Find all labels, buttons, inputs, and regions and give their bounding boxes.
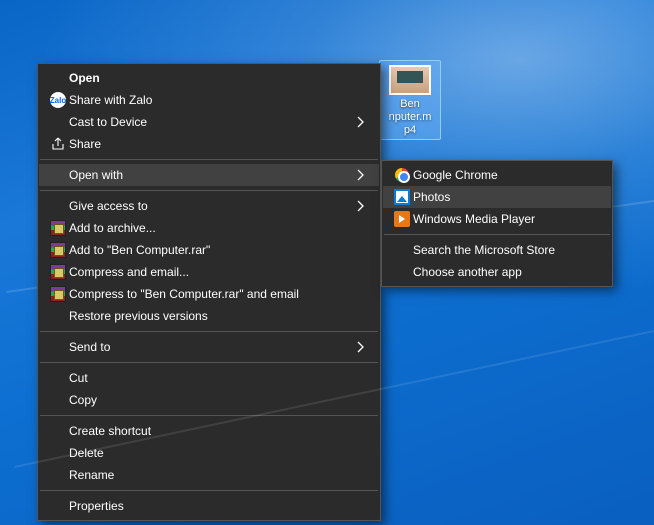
- menu-label: Open with: [69, 168, 353, 182]
- menu-item-delete[interactable]: Delete: [39, 442, 379, 464]
- menu-item-share-zalo[interactable]: Zalo Share with Zalo: [39, 89, 379, 111]
- menu-item-compress-email[interactable]: Compress and email...: [39, 261, 379, 283]
- menu-item-rename[interactable]: Rename: [39, 464, 379, 486]
- wmp-icon: [394, 211, 410, 227]
- menu-label: Properties: [69, 499, 353, 513]
- menu-label: Restore previous versions: [69, 309, 353, 323]
- submenu-label: Search the Microsoft Store: [413, 243, 585, 257]
- submenu-label: Choose another app: [413, 265, 585, 279]
- menu-label: Cast to Device: [69, 115, 353, 129]
- menu-item-open-with[interactable]: Open with: [39, 164, 379, 186]
- menu-item-share[interactable]: Share: [39, 133, 379, 155]
- menu-item-properties[interactable]: Properties: [39, 495, 379, 517]
- winrar-icon: [50, 264, 66, 280]
- desktop-background: Ben nputer.m p4 Open Zalo Share with Zal…: [0, 0, 654, 525]
- submenu-item-chrome[interactable]: Google Chrome: [383, 164, 611, 186]
- menu-separator: [40, 159, 378, 160]
- menu-label: Open: [69, 71, 353, 85]
- chrome-icon: [395, 168, 409, 182]
- winrar-icon: [50, 242, 66, 258]
- menu-item-compress-to-email[interactable]: Compress to "Ben Computer.rar" and email: [39, 283, 379, 305]
- menu-item-copy[interactable]: Copy: [39, 389, 379, 411]
- menu-label: Share: [69, 137, 353, 151]
- submenu-label: Windows Media Player: [413, 212, 585, 226]
- chevron-right-icon: [353, 114, 369, 130]
- submenu-item-photos[interactable]: Photos: [383, 186, 611, 208]
- menu-label: Copy: [69, 393, 353, 407]
- menu-item-send-to[interactable]: Send to: [39, 336, 379, 358]
- submenu-item-choose-app[interactable]: Choose another app: [383, 261, 611, 283]
- photos-icon: [394, 189, 410, 205]
- menu-item-restore[interactable]: Restore previous versions: [39, 305, 379, 327]
- submenu-label: Google Chrome: [413, 168, 585, 182]
- winrar-icon: [50, 286, 66, 302]
- submenu-label: Photos: [413, 190, 585, 204]
- chevron-right-icon: [353, 167, 369, 183]
- menu-item-cast[interactable]: Cast to Device: [39, 111, 379, 133]
- menu-separator: [384, 234, 610, 235]
- menu-item-give-access[interactable]: Give access to: [39, 195, 379, 217]
- menu-label: Add to "Ben Computer.rar": [69, 243, 353, 257]
- menu-label: Send to: [69, 340, 353, 354]
- zalo-icon: Zalo: [50, 92, 66, 108]
- video-thumbnail-icon: [389, 65, 431, 95]
- submenu-open-with: Google Chrome Photos Windows Media Playe…: [381, 160, 613, 287]
- winrar-icon: [50, 220, 66, 236]
- menu-label: Rename: [69, 468, 353, 482]
- menu-label: Delete: [69, 446, 353, 460]
- file-name-label: Ben nputer.m p4: [382, 98, 438, 137]
- menu-item-open[interactable]: Open: [39, 67, 379, 89]
- menu-item-cut[interactable]: Cut: [39, 367, 379, 389]
- share-icon: [47, 136, 69, 152]
- menu-label: Add to archive...: [69, 221, 353, 235]
- menu-separator: [40, 362, 378, 363]
- menu-label: Compress to "Ben Computer.rar" and email: [69, 287, 353, 301]
- context-menu: Open Zalo Share with Zalo Cast to Device…: [37, 63, 381, 521]
- chevron-right-icon: [353, 339, 369, 355]
- submenu-item-wmp[interactable]: Windows Media Player: [383, 208, 611, 230]
- menu-item-create-shortcut[interactable]: Create shortcut: [39, 420, 379, 442]
- menu-item-add-to-rar[interactable]: Add to "Ben Computer.rar": [39, 239, 379, 261]
- menu-item-add-archive[interactable]: Add to archive...: [39, 217, 379, 239]
- menu-label: Compress and email...: [69, 265, 353, 279]
- menu-label: Cut: [69, 371, 353, 385]
- submenu-item-search-store[interactable]: Search the Microsoft Store: [383, 239, 611, 261]
- menu-separator: [40, 415, 378, 416]
- menu-label: Create shortcut: [69, 424, 353, 438]
- chevron-right-icon: [353, 198, 369, 214]
- menu-label: Give access to: [69, 199, 353, 213]
- menu-separator: [40, 490, 378, 491]
- menu-label: Share with Zalo: [69, 93, 353, 107]
- menu-separator: [40, 331, 378, 332]
- desktop-file-selected[interactable]: Ben nputer.m p4: [379, 60, 441, 140]
- menu-separator: [40, 190, 378, 191]
